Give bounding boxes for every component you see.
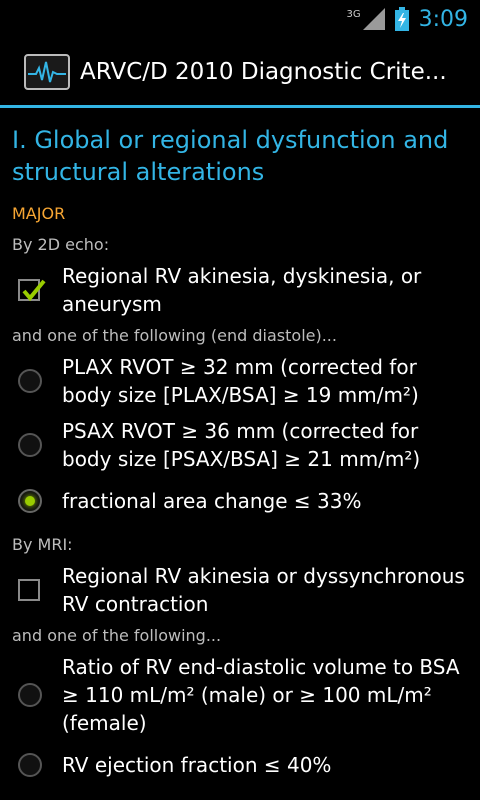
echo-option-psax-label: PSAX RVOT ≥ 36 mm (corrected for body si… [62, 419, 421, 471]
mri-option-rvedv-label: Ratio of RV end-diastolic volume to BSA … [62, 655, 460, 735]
clock: 3:09 [418, 6, 468, 32]
echo-criterion-checkbox[interactable] [18, 279, 46, 302]
mri-option-rvef[interactable]: RV ejection fraction ≤ 40% [12, 751, 480, 779]
radio-fac[interactable] [18, 489, 42, 513]
echo-option-fac[interactable]: fractional area change ≤ 33% [12, 487, 480, 515]
mri-option-rvedv[interactable]: Ratio of RV end-diastolic volume to BSA … [12, 653, 480, 737]
signal-icon [362, 8, 385, 30]
radio-plax[interactable] [18, 369, 42, 393]
mri-option-rvef-label: RV ejection fraction ≤ 40% [62, 753, 332, 777]
section-title: I. Global or regional dysfunction and st… [12, 126, 449, 186]
mri-heading: By MRI: [12, 535, 73, 554]
echo-followup-note: and one of the following (end diastole).… [12, 326, 337, 345]
echo-criterion-label: Regional RV akinesia, dyskinesia, or ane… [62, 264, 422, 316]
radio-rvedv[interactable] [18, 683, 42, 707]
mri-criterion-checkbox-row[interactable]: Regional RV akinesia or dyssynchronous R… [12, 562, 480, 618]
major-label: MAJOR [12, 204, 66, 223]
mri-criterion-label: Regional RV akinesia or dyssynchronous R… [62, 564, 465, 616]
criteria-content: I. Global or regional dysfunction and st… [0, 124, 480, 779]
echo-option-plax[interactable]: PLAX RVOT ≥ 32 mm (corrected for body si… [12, 353, 480, 409]
mri-followup-note: and one of the following... [12, 626, 222, 645]
mri-criterion-checkbox[interactable] [18, 579, 40, 601]
echo-option-psax[interactable]: PSAX RVOT ≥ 36 mm (corrected for body si… [12, 417, 480, 473]
check-icon [22, 279, 46, 302]
action-bar: ARVC/D 2010 Diagnostic Crite... [0, 38, 480, 108]
status-bar: 3G 3:09 [0, 0, 480, 38]
radio-rvef[interactable] [18, 753, 42, 777]
heart-monitor-icon[interactable] [24, 53, 70, 90]
echo-option-fac-label: fractional area change ≤ 33% [62, 489, 362, 513]
echo-option-plax-label: PLAX RVOT ≥ 32 mm (corrected for body si… [62, 355, 419, 407]
battery-charging-icon [394, 7, 409, 31]
echo-heading: By 2D echo: [12, 235, 110, 254]
radio-psax[interactable] [18, 433, 42, 457]
network-type: 3G [346, 9, 361, 20]
app-title: ARVC/D 2010 Diagnostic Crite... [80, 58, 447, 85]
echo-criterion-checkbox-row[interactable]: Regional RV akinesia, dyskinesia, or ane… [12, 262, 480, 318]
